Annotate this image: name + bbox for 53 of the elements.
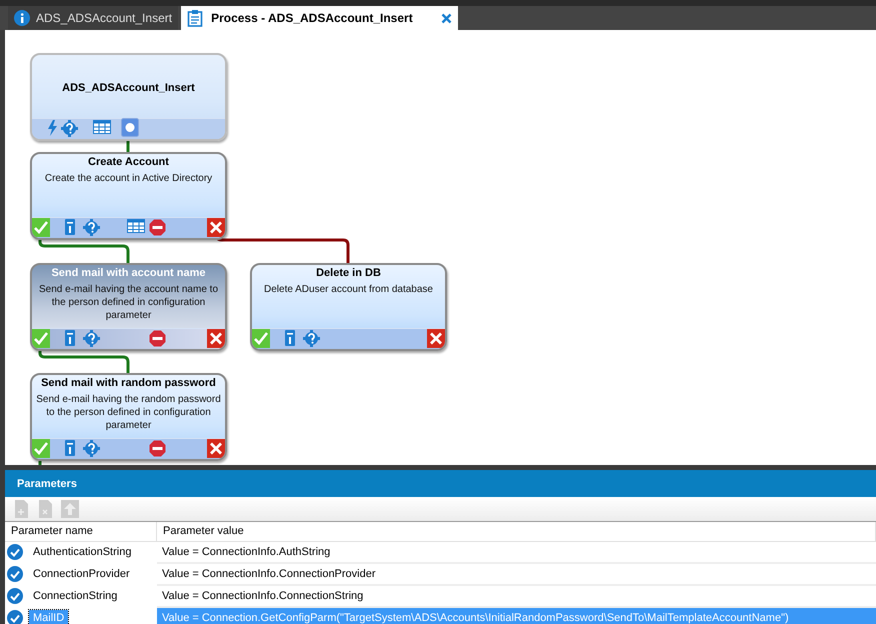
node-description: Delete ADuser account from database xyxy=(263,283,434,296)
close-icon[interactable] xyxy=(207,218,225,237)
server-icon[interactable] xyxy=(65,219,75,235)
panel-title: Parameters xyxy=(5,470,876,497)
lightning-icon[interactable] xyxy=(48,120,57,136)
node-title: Delete in DB xyxy=(315,266,382,279)
process-step-node[interactable]: Create Account Create the account in Active Directory xyxy=(30,152,227,240)
parameter-value[interactable]: Value = ConnectionInfo.ConnectionProvider xyxy=(157,564,876,586)
help-icon[interactable] xyxy=(61,120,78,137)
node-title: Send mail with random password xyxy=(40,376,217,389)
check-icon[interactable] xyxy=(252,329,270,348)
check-icon[interactable] xyxy=(32,329,50,348)
parameter-name[interactable]: ConnectionProvider xyxy=(29,566,134,582)
stop-icon[interactable] xyxy=(149,330,166,347)
help-icon[interactable] xyxy=(83,219,100,236)
start-node[interactable]: ADS_ADSAccount_Insert xyxy=(30,53,227,141)
node-title: Create Account xyxy=(87,155,170,168)
server-icon[interactable] xyxy=(65,440,75,456)
check-icon[interactable] xyxy=(32,439,50,458)
stop-icon[interactable] xyxy=(149,440,166,457)
circle-button-icon[interactable] xyxy=(121,118,139,137)
parameter-name[interactable]: AuthenticationString xyxy=(29,544,136,560)
column-header[interactable]: Parameter value xyxy=(157,522,876,542)
help-icon[interactable] xyxy=(83,440,100,457)
column-header[interactable]: Parameter name xyxy=(5,522,157,542)
tab[interactable]: ADS_ADSAccount_Insert xyxy=(8,6,178,30)
node-description: Send e-mail having the random password to the person defined in configuration parameter xyxy=(35,393,222,432)
table-icon[interactable] xyxy=(93,120,111,134)
node-title: Send mail with account name xyxy=(50,266,207,279)
check-icon[interactable] xyxy=(32,218,50,237)
node-title: ADS_ADSAccount_Insert xyxy=(61,81,196,94)
server-icon[interactable] xyxy=(65,330,75,346)
process-step-node[interactable]: Delete in DB Delete ADuser account from database xyxy=(250,263,447,351)
success-connector xyxy=(126,141,130,152)
close-icon[interactable] xyxy=(427,329,445,348)
success-connector xyxy=(38,461,42,465)
info-icon xyxy=(14,10,30,26)
help-icon[interactable] xyxy=(83,330,100,347)
clipboard-icon xyxy=(187,9,204,27)
process-step-node[interactable]: Send mail with account name Send e-mail having the account name to the person defined in configuration parameter xyxy=(30,263,227,351)
process-step-node[interactable]: Send mail with random password Send e-mail having the random password to the person defined in configuration parameter xyxy=(30,373,227,461)
node-description: Create the account in Active Directory xyxy=(44,172,214,185)
node-description: Send e-mail having the account name to the person defined in configuration parameter xyxy=(38,283,219,322)
parameter-name[interactable]: ConnectionString xyxy=(29,588,122,604)
help-icon[interactable] xyxy=(303,330,320,347)
parameter-value[interactable]: Value = ConnectionInfo.AuthString xyxy=(157,542,876,564)
table-icon[interactable] xyxy=(127,219,145,233)
server-icon[interactable] xyxy=(285,330,295,346)
close-icon[interactable] xyxy=(440,12,452,24)
close-icon[interactable] xyxy=(207,439,225,458)
tab[interactable]: Process - ADS_ADSAccount_Insert xyxy=(181,6,458,30)
close-icon[interactable] xyxy=(207,329,225,348)
stop-icon[interactable] xyxy=(149,219,166,236)
